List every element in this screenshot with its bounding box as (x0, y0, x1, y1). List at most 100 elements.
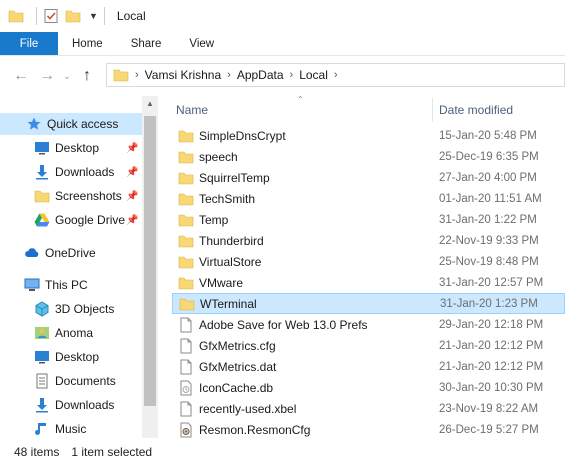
file-row[interactable]: TechSmith 01-Jan-20 11:51 AM (172, 188, 565, 209)
file-icon (180, 338, 192, 353)
file-row[interactable]: Resmon.ResmonCfg 26-Dec-19 5:27 PM (172, 419, 565, 440)
column-header-name[interactable]: Name (176, 98, 208, 122)
file-date-modified: 31-Jan-20 1:23 PM (440, 297, 538, 310)
divider (36, 7, 37, 25)
file-row[interactable]: WTerminal 31-Jan-20 1:23 PM (172, 293, 565, 314)
nav-item-label: Quick access (47, 117, 119, 131)
file-name: speech (199, 149, 238, 164)
properties-icon[interactable] (43, 8, 59, 24)
nav-item-desktop[interactable]: Desktop 📌 (0, 137, 140, 159)
nav-item-label: 3D Objects (55, 302, 115, 316)
navigation-pane: Quick access Desktop 📌 Downloads 📌 Scree… (0, 96, 158, 438)
back-arrow-icon[interactable]: ← (8, 63, 34, 89)
divider (103, 7, 105, 25)
nav-pane-scrollbar[interactable]: ▲ (142, 96, 158, 438)
forward-arrow-icon[interactable]: → (34, 63, 60, 89)
column-divider[interactable] (432, 98, 433, 122)
file-date-modified: 27-Jan-20 4:00 PM (439, 171, 537, 184)
item-count: 48 items (14, 444, 60, 459)
folder-icon[interactable] (8, 8, 24, 24)
folder-icon (178, 214, 194, 226)
status-bar: 48 items 1 item selected (0, 440, 565, 463)
title-bar: ▼ Local (0, 0, 565, 32)
nav-item-label: Music (55, 422, 87, 436)
nav-item-this-pc[interactable]: This PC (0, 274, 140, 296)
ribbon-tabs: File Home Share View (0, 32, 565, 56)
breadcrumb-chevron-icon[interactable]: › (227, 69, 231, 81)
file-row[interactable]: Adobe Save for Web 13.0 Prefs 29-Jan-20 1… (172, 314, 565, 335)
nav-item-quick-access[interactable]: Quick access (0, 113, 142, 135)
file-icon (180, 359, 192, 374)
window-title: Local (116, 9, 146, 23)
file-name: Resmon.ResmonCfg (199, 422, 311, 437)
selection-count: 1 item selected (71, 444, 153, 459)
config-file-icon (180, 422, 192, 437)
file-date-modified: 01-Jan-20 11:51 AM (439, 192, 542, 205)
file-name: GfxMetrics.dat (199, 359, 277, 374)
breadcrumb-item[interactable]: Local (299, 68, 328, 82)
file-row[interactable]: speech 25-Dec-19 6:35 PM (172, 146, 565, 167)
breadcrumb-chevron-icon[interactable]: › (135, 69, 139, 81)
customize-quick-access-chevron-icon[interactable]: ▼ (89, 11, 98, 21)
file-row[interactable]: Thunderbird 22-Nov-19 9:33 PM (172, 230, 565, 251)
column-header-label: Name (176, 103, 209, 117)
file-row[interactable]: GfxMetrics.dat 21-Jan-20 12:12 PM (172, 356, 565, 377)
folder-icon (34, 190, 50, 203)
nav-item-3d-objects[interactable]: 3D Objects (0, 298, 140, 320)
nav-item-google-drive[interactable]: Google Drive 📌 (0, 209, 140, 231)
file-row[interactable]: VirtualStore 25-Nov-19 8:48 PM (172, 251, 565, 272)
star-icon (27, 117, 41, 130)
column-header-date-modified[interactable]: Date modified (439, 98, 513, 122)
sort-caret-icon: ⌃ (297, 95, 304, 104)
breadcrumb-chevron-icon[interactable]: › (334, 69, 338, 81)
pin-icon[interactable]: 📌 (126, 143, 138, 154)
user-folder-icon (35, 327, 49, 339)
file-date-modified: 15-Jan-20 5:48 PM (439, 129, 537, 142)
file-name: Adobe Save for Web 13.0 Prefs (199, 317, 368, 332)
nav-item-desktop-pc[interactable]: Desktop (0, 346, 140, 368)
nav-item-label: Downloads (55, 165, 115, 179)
breadcrumb-item[interactable]: AppData (237, 68, 284, 82)
file-row[interactable]: SimpleDnsCrypt 15-Jan-20 5:48 PM (172, 125, 565, 146)
tab-share[interactable]: Share (117, 32, 176, 55)
address-bar[interactable]: › Vamsi Krishna › AppData › Local › (106, 63, 565, 87)
breadcrumb-chevron-icon[interactable]: › (290, 69, 294, 81)
nav-item-anoma[interactable]: Anoma (0, 322, 140, 344)
folder-icon (178, 193, 194, 205)
file-name: WTerminal (200, 296, 257, 311)
pin-icon[interactable]: 📌 (126, 215, 138, 226)
folder-icon (178, 172, 194, 184)
tab-home[interactable]: Home (58, 32, 117, 55)
scrollbar-thumb[interactable] (144, 116, 156, 406)
recent-locations-chevron-icon[interactable]: ⌄ (60, 63, 74, 89)
file-row[interactable]: SquirrelTemp 27-Jan-20 4:00 PM (172, 167, 565, 188)
tab-file[interactable]: File (0, 32, 58, 55)
nav-item-label: Screenshots (55, 189, 122, 203)
file-row[interactable]: GfxMetrics.cfg 21-Jan-20 12:12 PM (172, 335, 565, 356)
file-name: VirtualStore (199, 254, 262, 269)
nav-item-label: Google Drive (55, 213, 126, 227)
new-folder-icon[interactable] (65, 8, 81, 24)
folder-icon (178, 235, 194, 247)
file-row[interactable]: recently-used.xbel 23-Nov-19 8:22 AM (172, 398, 565, 419)
up-arrow-icon[interactable]: ↑ (74, 63, 100, 89)
file-row[interactable]: IconCache.db 30-Jan-20 10:30 PM (172, 377, 565, 398)
nav-item-documents[interactable]: Documents (0, 370, 140, 392)
cloud-icon (25, 248, 39, 257)
file-name: GfxMetrics.cfg (199, 338, 276, 353)
pin-icon[interactable]: 📌 (126, 167, 138, 178)
file-name: SimpleDnsCrypt (199, 128, 286, 143)
nav-item-music[interactable]: Music (0, 418, 140, 440)
breadcrumb-item[interactable]: Vamsi Krishna (145, 68, 221, 82)
tab-view[interactable]: View (175, 32, 228, 55)
file-row[interactable]: Temp 31-Jan-20 1:22 PM (172, 209, 565, 230)
scroll-up-arrow-icon[interactable]: ▲ (146, 99, 154, 108)
nav-item-downloads[interactable]: Downloads 📌 (0, 161, 140, 183)
nav-item-label: Anoma (55, 326, 94, 340)
file-row[interactable]: VMware 31-Jan-20 12:57 PM (172, 272, 565, 293)
nav-item-downloads-pc[interactable]: Downloads (0, 394, 140, 416)
pin-icon[interactable]: 📌 (126, 191, 138, 202)
folder-icon (178, 277, 194, 289)
nav-item-screenshots[interactable]: Screenshots 📌 (0, 185, 140, 207)
nav-item-onedrive[interactable]: OneDrive (0, 242, 140, 264)
